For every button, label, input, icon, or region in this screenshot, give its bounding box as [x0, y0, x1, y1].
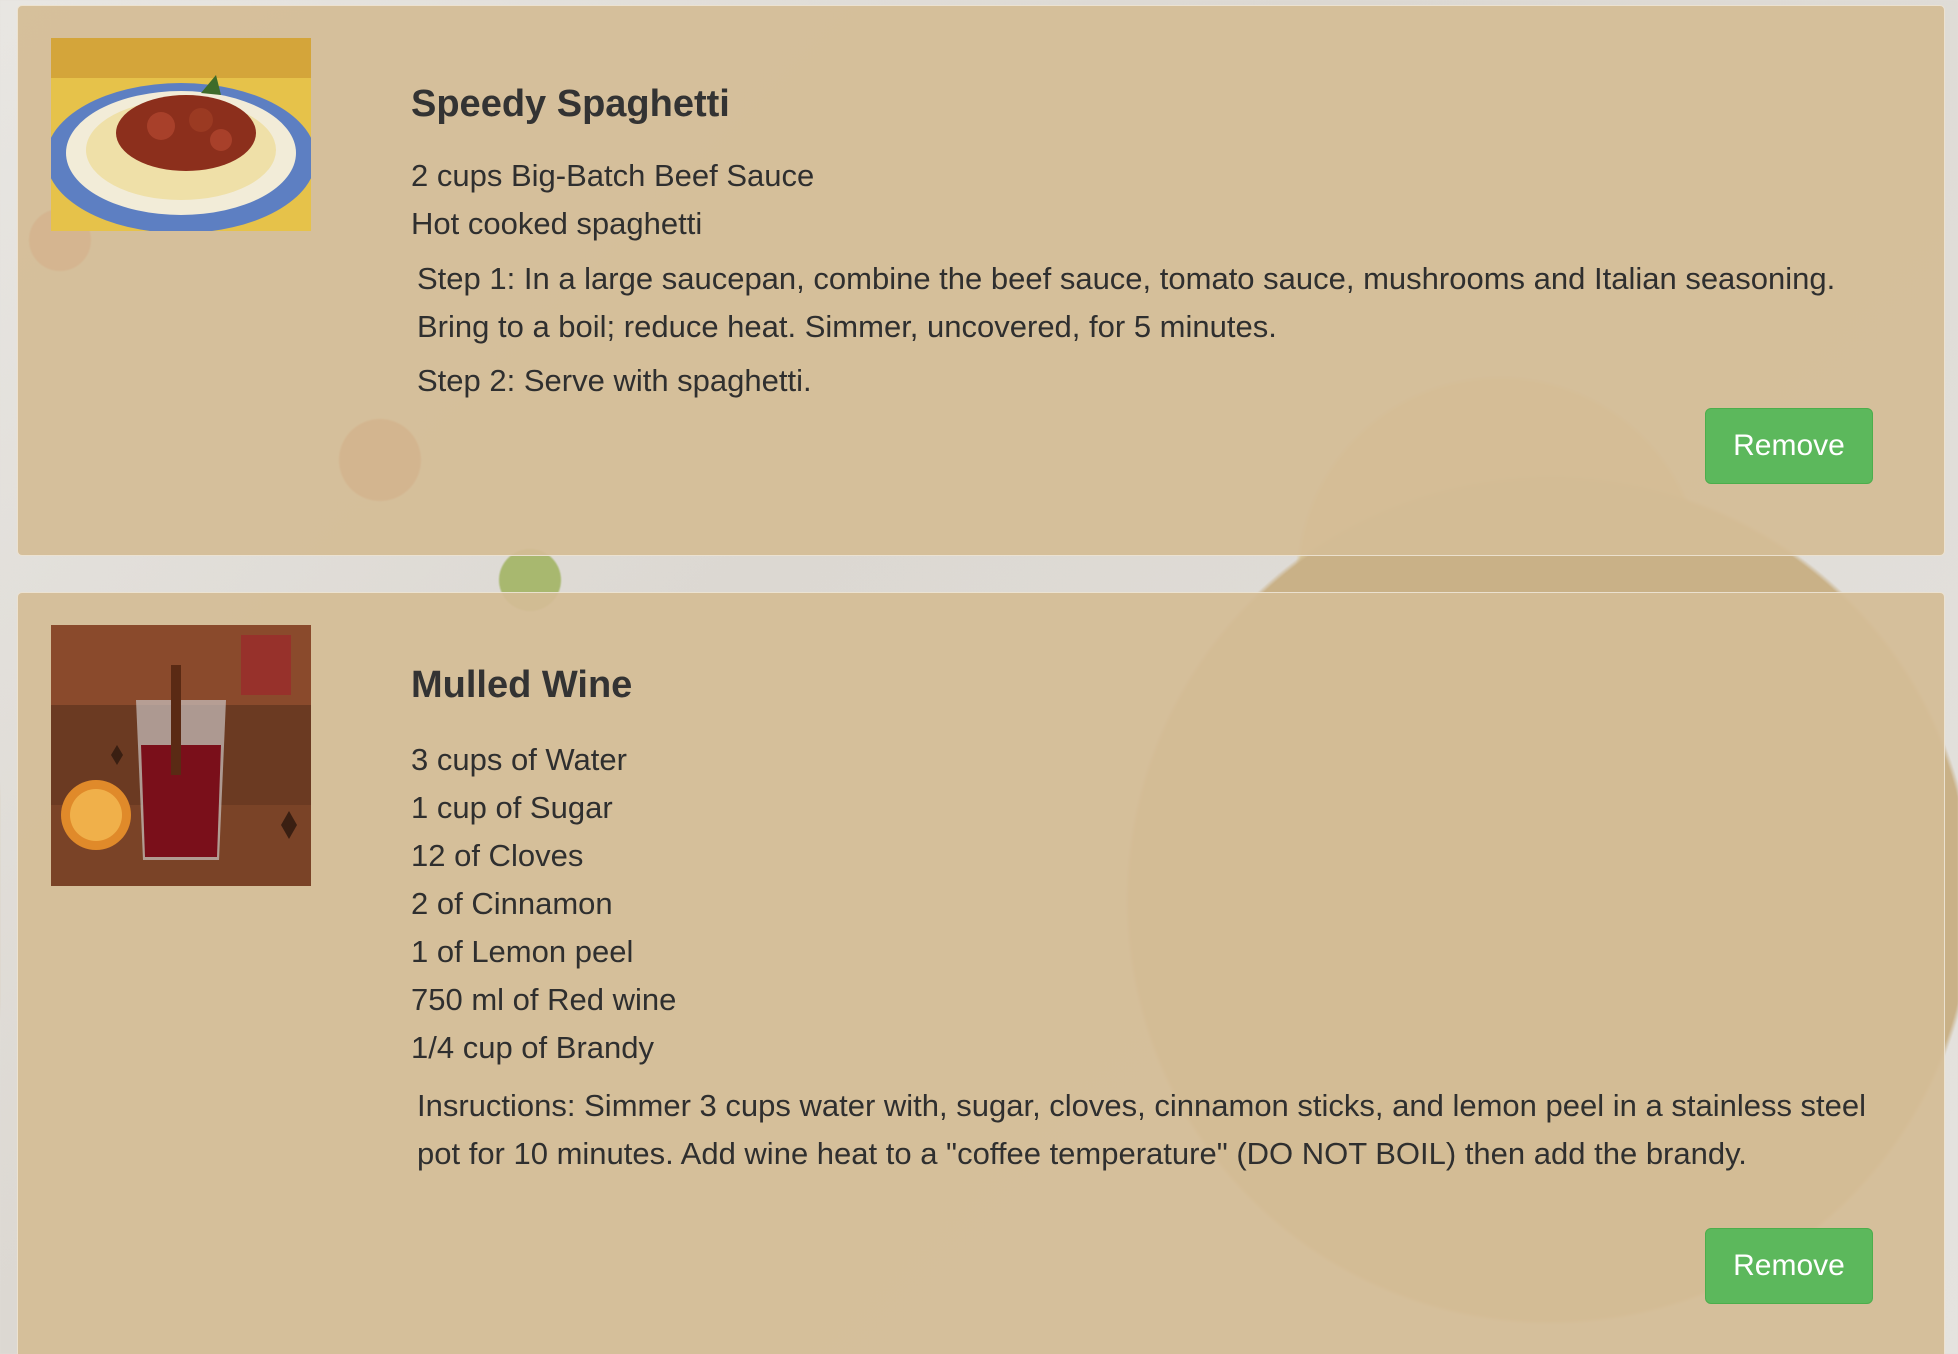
ingredient-list: 2 cups Big-Batch Beef Sauce Hot cooked s…: [411, 152, 814, 248]
ingredient-item: 3 cups of Water: [411, 742, 627, 777]
ingredient-item: 1/4 cup of Brandy: [411, 1030, 654, 1065]
remove-button[interactable]: Remove: [1705, 1228, 1873, 1304]
ingredient-item: 750 ml of Red wine: [411, 982, 677, 1017]
recipe-image-spaghetti: [51, 38, 311, 231]
recipe-title: Speedy Spaghetti: [411, 83, 730, 125]
instruction-step: Insructions: Simmer 3 cups water with, s…: [417, 1088, 1867, 1171]
recipe-instructions: Insructions: Simmer 3 cups water with, s…: [417, 1082, 1897, 1184]
recipe-card: Mulled Wine 3 cups of Water 1 cup of Sug…: [17, 592, 1945, 1354]
recipe-card: Speedy Spaghetti 2 cups Big-Batch Beef S…: [17, 5, 1945, 556]
recipe-image-mulled-wine: [51, 625, 311, 886]
recipe-instructions: Step 1: In a large saucepan, combine the…: [417, 255, 1897, 411]
ingredient-item: 1 cup of Sugar: [411, 790, 613, 825]
instruction-step: Step 1: In a large saucepan, combine the…: [417, 261, 1836, 344]
ingredient-item: 12 of Cloves: [411, 838, 584, 873]
ingredient-item: 2 cups Big-Batch Beef Sauce: [411, 158, 815, 193]
recipe-title: Mulled Wine: [411, 664, 633, 706]
instruction-step: Step 2: Serve with spaghetti.: [417, 363, 812, 398]
ingredient-list: 3 cups of Water 1 cup of Sugar 12 of Clo…: [411, 736, 676, 1072]
ingredient-item: 2 of Cinnamon: [411, 886, 613, 921]
remove-button[interactable]: Remove: [1705, 408, 1873, 484]
ingredient-item: 1 of Lemon peel: [411, 934, 634, 969]
ingredient-item: Hot cooked spaghetti: [411, 206, 703, 241]
